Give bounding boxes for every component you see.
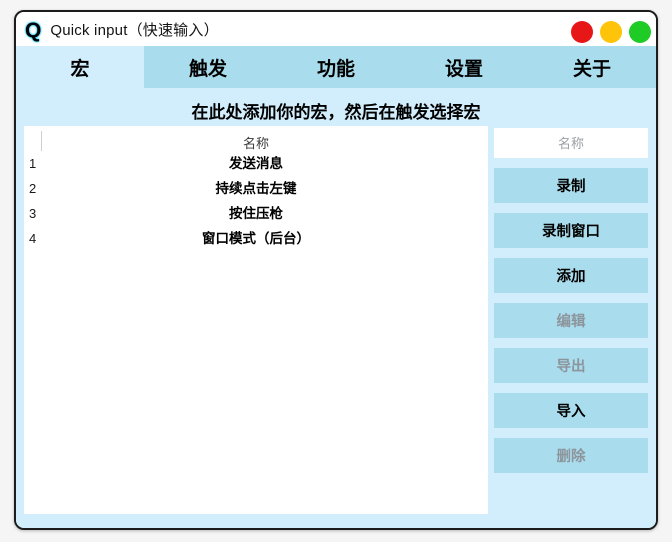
column-divider [41, 131, 42, 151]
tab-trigger[interactable]: 触发 [144, 46, 272, 88]
macro-row[interactable]: 1 发送消息 [24, 151, 488, 176]
minimize-button[interactable] [600, 21, 622, 43]
macro-name: 窗口模式（后台） [202, 231, 310, 246]
macro-name: 按住压枪 [229, 206, 283, 221]
macro-page: 在此处添加你的宏，然后在触发选择宏 名称 1 发送消息 2 持续点击左键 3 按… [16, 88, 656, 528]
row-index: 3 [29, 206, 37, 221]
window-controls [571, 21, 651, 43]
app-window: Q Quick input（快速输入） 宏 触发 功能 设置 关于 在此处添加你… [14, 10, 658, 530]
macro-sidebar: 录制 录制窗口 添加 编辑 导出 导入 删除 [494, 126, 648, 514]
tab-function[interactable]: 功能 [272, 46, 400, 88]
edit-button[interactable]: 编辑 [494, 303, 648, 338]
tab-about[interactable]: 关于 [528, 46, 656, 88]
tab-bar: 宏 触发 功能 设置 关于 [16, 46, 656, 88]
column-header-name: 名称 [242, 136, 269, 151]
row-index: 1 [29, 156, 37, 171]
maximize-button[interactable] [629, 21, 651, 43]
app-logo-icon: Q [25, 18, 42, 42]
record-button[interactable]: 录制 [494, 168, 648, 203]
add-button[interactable]: 添加 [494, 258, 648, 293]
macro-row[interactable]: 3 按住压枪 [24, 201, 488, 226]
macro-row[interactable]: 2 持续点击左键 [24, 176, 488, 201]
close-button[interactable] [571, 21, 593, 43]
macro-hint-text: 在此处添加你的宏，然后在触发选择宏 [191, 103, 481, 122]
tab-macro[interactable]: 宏 [16, 46, 144, 88]
macro-name-input[interactable] [494, 128, 648, 158]
row-index: 4 [29, 231, 37, 246]
row-index: 2 [29, 181, 37, 196]
window-title: Quick input（快速输入） [50, 21, 219, 39]
macro-name: 发送消息 [229, 156, 283, 171]
title-bar[interactable]: Q Quick input（快速输入） [16, 12, 656, 46]
import-button[interactable]: 导入 [494, 393, 648, 428]
tab-settings[interactable]: 设置 [400, 46, 528, 88]
macro-main: 名称 1 发送消息 2 持续点击左键 3 按住压枪 4 窗口模式（后台） 名称 … [16, 126, 656, 514]
list-header: 名称 [24, 126, 488, 151]
delete-button[interactable]: 删除 [494, 438, 648, 473]
record-window-button[interactable]: 录制窗口 [494, 213, 648, 248]
macro-row[interactable]: 4 窗口模式（后台） [24, 226, 488, 251]
macro-list[interactable]: 名称 1 发送消息 2 持续点击左键 3 按住压枪 4 窗口模式（后台） [24, 126, 488, 514]
export-button[interactable]: 导出 [494, 348, 648, 383]
macro-name: 持续点击左键 [215, 181, 297, 196]
